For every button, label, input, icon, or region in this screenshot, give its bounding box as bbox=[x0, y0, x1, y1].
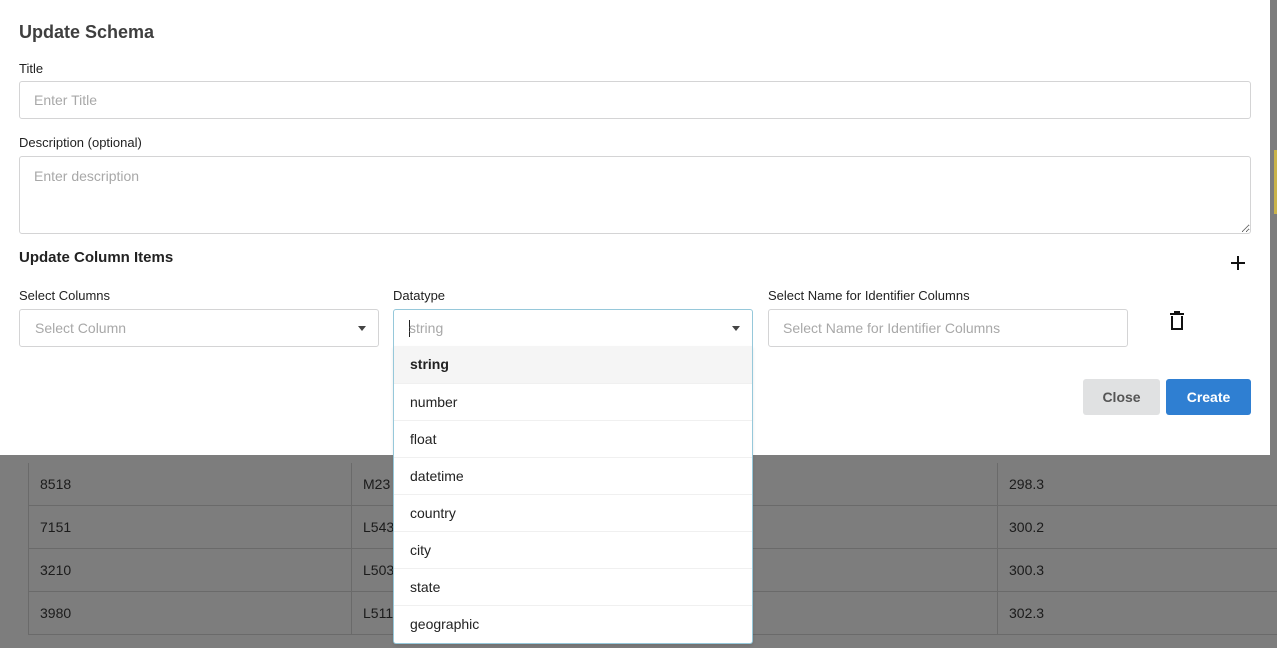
description-label: Description (optional) bbox=[19, 135, 142, 150]
menu-item-float[interactable]: float bbox=[394, 420, 752, 457]
datatype-label: Datatype bbox=[393, 288, 446, 303]
trash-icon[interactable] bbox=[1170, 311, 1184, 332]
identifier-label: Select Name for Identifier Columns bbox=[768, 288, 970, 303]
menu-item-geographic[interactable]: geographic bbox=[394, 605, 752, 642]
menu-item-string[interactable]: string bbox=[394, 346, 752, 383]
title-label: Title bbox=[19, 61, 44, 76]
datatype-dropdown[interactable]: string bbox=[393, 309, 753, 347]
select-columns-placeholder: Select Column bbox=[35, 320, 127, 336]
chevron-down-icon bbox=[732, 326, 740, 331]
table-cell: 302.3 bbox=[997, 592, 1277, 635]
menu-item-datetime[interactable]: datetime bbox=[394, 457, 752, 494]
chevron-down-icon bbox=[358, 326, 366, 331]
select-columns-label: Select Columns bbox=[19, 288, 111, 303]
add-column-icon[interactable] bbox=[1229, 254, 1247, 272]
create-button[interactable]: Create bbox=[1166, 379, 1251, 415]
column-items-section-title: Update Column Items bbox=[19, 249, 174, 266]
datatype-menu: string number float datetime country cit… bbox=[393, 346, 753, 644]
menu-item-country[interactable]: country bbox=[394, 494, 752, 531]
description-textarea[interactable] bbox=[19, 156, 1251, 234]
table-cell: 3210 bbox=[28, 549, 351, 592]
modal-title: Update Schema bbox=[19, 22, 155, 42]
menu-item-city[interactable]: city bbox=[394, 531, 752, 568]
table-cell: 7151 bbox=[28, 506, 351, 549]
table-cell: 300.3 bbox=[997, 549, 1277, 592]
table-cell: 300.2 bbox=[997, 506, 1277, 549]
datatype-value: string bbox=[409, 320, 444, 336]
menu-item-state[interactable]: state bbox=[394, 568, 752, 605]
table-cell: 298.3 bbox=[997, 463, 1277, 506]
table-cell: 8518 bbox=[28, 463, 351, 506]
identifier-input[interactable] bbox=[768, 309, 1128, 347]
title-input[interactable] bbox=[19, 81, 1251, 119]
select-columns-dropdown[interactable]: Select Column bbox=[19, 309, 379, 347]
table-cell: 3980 bbox=[28, 592, 351, 635]
close-button[interactable]: Close bbox=[1083, 379, 1160, 415]
menu-item-number[interactable]: number bbox=[394, 383, 752, 420]
